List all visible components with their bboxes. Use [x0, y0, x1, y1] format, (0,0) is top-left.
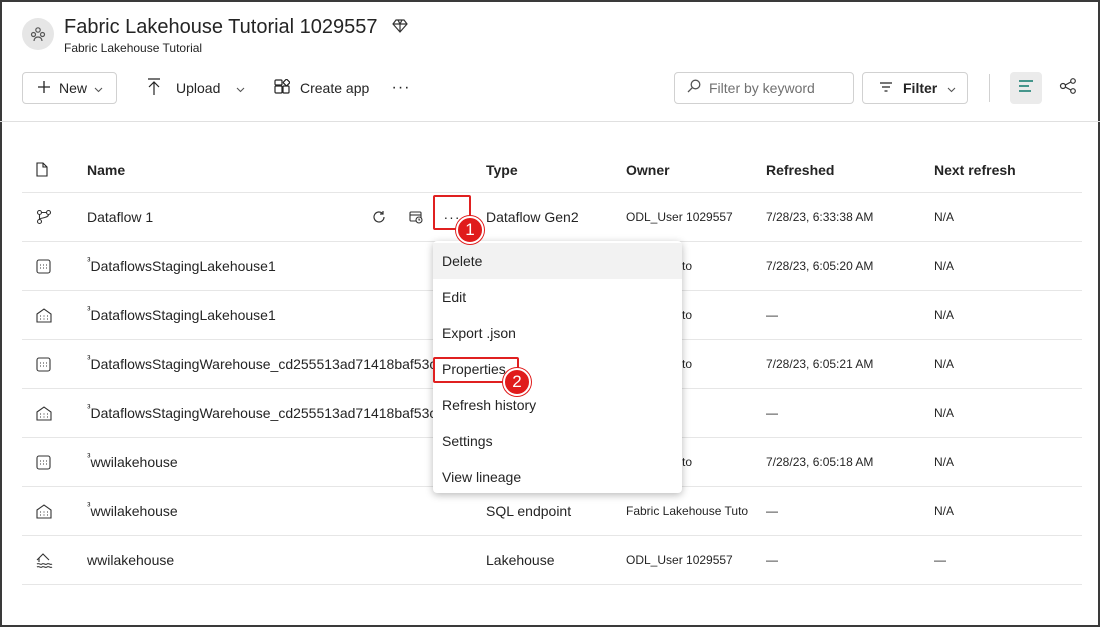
item-name-link[interactable]: DataflowsStagingWarehouse_cd255513ad7141…: [91, 356, 437, 372]
filter-keyword-input[interactable]: Filter by keyword: [674, 72, 854, 104]
filter-button-label: Filter: [903, 80, 938, 96]
row-mark: ᵌ: [87, 255, 91, 267]
item-name-link[interactable]: DataflowsStagingLakehouse1: [91, 258, 276, 274]
table-row[interactable]: wwilakehouse Lakehouse ODL_User 1029557 …: [22, 536, 1082, 585]
column-header-name[interactable]: Name: [87, 147, 437, 192]
item-refreshed: 7/28/23, 6:05:21 AM: [766, 357, 874, 371]
item-next-refresh: N/A: [934, 259, 955, 273]
sql-endpoint-icon: [36, 487, 56, 535]
item-name-link[interactable]: Dataflow 1: [87, 209, 153, 225]
table-row[interactable]: Dataflow 1 ··· Dataflow Gen2 ODL_User 10…: [22, 193, 1082, 242]
item-refreshed: —: [766, 308, 778, 322]
dataflow-icon: [36, 193, 56, 241]
app-icon: [274, 78, 291, 98]
new-button-label: New: [59, 80, 88, 96]
item-owner: ODL_User 1029557: [626, 210, 733, 224]
item-refreshed: —: [766, 504, 778, 518]
create-app-button-label: Create app: [300, 80, 370, 96]
step-badge-1: 1: [456, 216, 484, 244]
column-header-owner[interactable]: Owner: [626, 147, 766, 192]
toolbar-divider: [989, 74, 990, 102]
item-next-refresh: N/A: [934, 357, 955, 371]
premium-diamond-icon[interactable]: [392, 19, 408, 38]
row-mark: ᵌ: [87, 451, 91, 463]
item-next-refresh: N/A: [934, 308, 955, 322]
row-mark: ᵌ: [87, 353, 91, 365]
semantic-model-icon: [36, 438, 56, 486]
table-header-row: Name Type Owner Refreshed Next refresh: [22, 147, 1082, 193]
filter-keyword-placeholder: Filter by keyword: [709, 80, 815, 96]
chevron-down-icon: [236, 80, 245, 96]
file-type-icon: [36, 147, 56, 192]
row-mark: ᵌ: [87, 402, 91, 414]
lineage-view-toggle[interactable]: [1054, 72, 1082, 104]
filter-button[interactable]: Filter: [862, 72, 968, 104]
item-name-link[interactable]: DataflowsStagingWarehouse_cd255513ad7141…: [91, 405, 437, 421]
sql-endpoint-icon: [36, 291, 56, 339]
semantic-model-icon: [36, 242, 56, 290]
item-name-link[interactable]: wwilakehouse: [91, 454, 178, 470]
item-type: Dataflow Gen2: [486, 209, 579, 225]
upload-button[interactable]: Upload: [146, 72, 245, 104]
item-next-refresh: —: [934, 553, 946, 567]
item-next-refresh: N/A: [934, 210, 955, 224]
workspace-subtitle: Fabric Lakehouse Tutorial: [64, 41, 203, 55]
workspace-avatar-icon: [22, 18, 54, 50]
plus-icon: [37, 80, 51, 97]
row-mark: ᵌ: [87, 500, 91, 512]
step-badge-2: 2: [503, 368, 531, 396]
menu-item-refresh-history[interactable]: Refresh history: [433, 387, 682, 423]
menu-item-view-lineage[interactable]: View lineage: [433, 459, 682, 495]
item-refreshed: —: [766, 406, 778, 420]
header-divider: [0, 121, 1100, 122]
sql-endpoint-icon: [36, 389, 56, 437]
item-type: Lakehouse: [486, 552, 555, 568]
menu-item-settings[interactable]: Settings: [433, 423, 682, 459]
row-mark: ᵌ: [87, 304, 91, 316]
item-owner: ODL_User 1029557: [626, 553, 733, 567]
upload-icon: [146, 77, 162, 99]
column-header-type[interactable]: Type: [486, 147, 626, 192]
item-refreshed: 7/28/23, 6:05:18 AM: [766, 455, 874, 469]
workspace-title: Fabric Lakehouse Tutorial 1029557: [64, 16, 378, 38]
chevron-down-icon: [94, 80, 103, 96]
item-refreshed: 7/28/23, 6:33:38 AM: [766, 210, 874, 224]
item-refreshed: —: [766, 553, 778, 567]
item-next-refresh: N/A: [934, 406, 955, 420]
item-refreshed: 7/28/23, 6:05:20 AM: [766, 259, 874, 273]
item-name-link[interactable]: wwilakehouse: [87, 552, 174, 568]
column-header-refreshed[interactable]: Refreshed: [766, 147, 934, 192]
new-button[interactable]: New: [22, 72, 117, 104]
semantic-model-icon: [36, 340, 56, 388]
list-view-icon: [1018, 79, 1034, 98]
refresh-icon[interactable]: [369, 207, 389, 227]
lakehouse-icon: [36, 536, 56, 584]
item-next-refresh: N/A: [934, 504, 955, 518]
item-name-link[interactable]: wwilakehouse: [91, 503, 178, 519]
menu-item-delete[interactable]: Delete: [433, 243, 682, 279]
lineage-icon: [1059, 77, 1077, 99]
schedule-refresh-icon[interactable]: [406, 207, 426, 227]
chevron-down-icon: [947, 80, 956, 96]
more-options-button[interactable]: ···: [391, 72, 411, 104]
item-name-link[interactable]: DataflowsStagingLakehouse1: [91, 307, 276, 323]
upload-button-label: Upload: [176, 80, 221, 96]
column-header-next-refresh[interactable]: Next refresh: [934, 147, 1074, 192]
menu-item-export-json[interactable]: Export .json: [433, 315, 682, 351]
search-icon: [687, 79, 701, 98]
menu-item-edit[interactable]: Edit: [433, 279, 682, 315]
filter-icon: [879, 80, 893, 96]
list-view-toggle[interactable]: [1010, 72, 1042, 104]
item-next-refresh: N/A: [934, 455, 955, 469]
create-app-button[interactable]: Create app: [274, 72, 369, 104]
